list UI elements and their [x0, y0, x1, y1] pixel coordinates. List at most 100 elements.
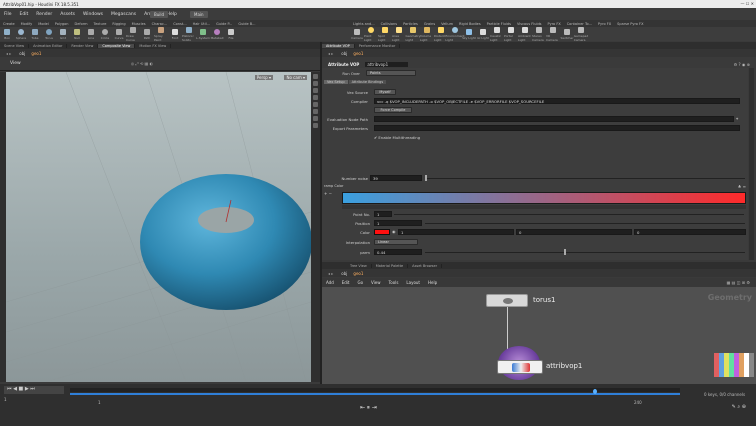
shelf-tab[interactable]: Rigid Bodies: [456, 22, 484, 26]
node-chooser-icon[interactable]: ⌖: [736, 116, 738, 121]
tool-env-light[interactable]: Environment Light: [445, 26, 465, 42]
tab-tree-view[interactable]: Tree View: [346, 263, 372, 268]
tool-switcher[interactable]: Switcher: [560, 28, 574, 40]
tab-animation-editor[interactable]: Animation Editor: [29, 43, 68, 48]
tab-composite-view[interactable]: Composite View: [98, 43, 136, 48]
shelf-tab[interactable]: Polygon: [52, 22, 72, 26]
display-icon[interactable]: [313, 102, 318, 107]
menu-render[interactable]: Render: [32, 12, 56, 17]
tool-platonic[interactable]: Platonic Solids: [182, 26, 196, 42]
tool-grid[interactable]: Grid: [56, 28, 70, 40]
display-icon[interactable]: [313, 81, 318, 86]
shelf-tab[interactable]: Texture: [91, 22, 110, 26]
parm-field[interactable]: 0.44: [374, 249, 422, 255]
tool-metaball[interactable]: Metaball: [210, 28, 224, 40]
tool-vr-camera[interactable]: VR Camera: [546, 26, 560, 42]
window-controls[interactable]: — ☐ ✕: [741, 1, 754, 6]
end-frame[interactable]: 240: [634, 400, 642, 405]
color-b-field[interactable]: 0: [634, 229, 746, 235]
ramp-keys-track[interactable]: [342, 205, 746, 209]
number-noise-field[interactable]: 39: [370, 175, 422, 181]
persp-menu[interactable]: Persp ▾: [254, 75, 273, 80]
tab-scene-view[interactable]: Scene View: [0, 43, 30, 48]
interpolation-select[interactable]: Linear: [374, 239, 418, 245]
parm-slider[interactable]: [425, 252, 745, 253]
compiler-field[interactable]: vcc -q $VOP_INCLUDEPATH -o $VOP_OBJECTFI…: [374, 98, 740, 104]
tab-render-view[interactable]: Render View: [67, 43, 99, 48]
position-field[interactable]: 1: [374, 220, 422, 226]
time-slider[interactable]: [70, 388, 680, 392]
menu-megascans[interactable]: Megascans: [107, 12, 140, 17]
tab-vex-setup[interactable]: Vex Setup: [324, 80, 348, 84]
tool-sky-light[interactable]: Sky Light: [462, 28, 476, 40]
net-menu-edit[interactable]: Edit: [338, 280, 354, 285]
color-g-field[interactable]: 0: [516, 229, 632, 235]
shelf-tab[interactable]: Rigging: [109, 22, 128, 26]
back-icon[interactable]: ◂ ▸: [328, 51, 333, 56]
tool-file[interactable]: File: [224, 28, 238, 40]
path-geo[interactable]: geo1: [31, 51, 41, 56]
net-menu-add[interactable]: Add: [322, 280, 338, 285]
tool-draw-curve[interactable]: Draw Curve: [126, 26, 140, 42]
point-no-field[interactable]: 1: [374, 211, 392, 217]
time-range-bar[interactable]: [70, 393, 680, 395]
shelf-tab[interactable]: Hair Util...: [190, 22, 214, 26]
menu-assets[interactable]: Assets: [56, 12, 79, 17]
shelf-tab[interactable]: Create: [0, 22, 18, 26]
shelf-tab[interactable]: Deform: [72, 22, 91, 26]
shelf-tab[interactable]: Guide P...: [213, 22, 235, 26]
tool-geometry-light[interactable]: Geometry Light: [406, 26, 420, 42]
path-obj[interactable]: obj: [341, 51, 347, 56]
menu-windows[interactable]: Windows: [79, 12, 107, 17]
shelf-tab[interactable]: Lights and...: [350, 22, 378, 26]
shelf-tab[interactable]: Container To...: [564, 22, 595, 26]
tab-performance-monitor[interactable]: Performance Monitor: [355, 43, 401, 48]
path-obj[interactable]: obj: [19, 51, 25, 56]
color-swatch[interactable]: [374, 229, 390, 235]
shelf-tab[interactable]: Viscous Fluids: [514, 22, 545, 26]
playback-controls[interactable]: ⏮ ◀ ■ ▶ ⏭: [4, 386, 64, 394]
tool-camera[interactable]: Camera: [350, 28, 364, 40]
start-frame[interactable]: 1: [98, 400, 101, 405]
node-name-field[interactable]: attribvop1: [365, 61, 409, 67]
tool-spot-light[interactable]: Spot Light: [378, 26, 392, 42]
shelf-tab[interactable]: Modify: [18, 22, 36, 26]
tool-curve[interactable]: Curve: [112, 28, 126, 40]
tool-torus[interactable]: Torus: [42, 28, 56, 40]
ramp-options-icon[interactable]: ♣ ≡: [738, 184, 746, 189]
shelf-tab[interactable]: Particles: [400, 22, 421, 26]
ramp-add-remove[interactable]: + −: [324, 191, 334, 198]
corner-tool-icons[interactable]: ✎ ⌕ ⊕: [732, 404, 746, 410]
shelf-tab[interactable]: Vellum: [438, 22, 456, 26]
tab-asset-browser[interactable]: Asset Browser: [408, 263, 443, 268]
color-r-field[interactable]: 1: [398, 229, 514, 235]
shelf-tab[interactable]: Sparse Pyro FX: [614, 22, 646, 26]
menu-file[interactable]: File: [0, 12, 16, 17]
tool-area-light[interactable]: Area Light: [392, 26, 406, 42]
tool-spray-paint[interactable]: Spray Paint: [154, 26, 168, 42]
playback-nav-icons[interactable]: ⇤ ⏸ ⇥: [360, 404, 377, 412]
tool-volume-light[interactable]: Volume Light: [420, 26, 434, 42]
parm-header-icons[interactable]: ⚙ ? ◉ ⊕: [734, 62, 750, 67]
viewport[interactable]: Persp ▾ No cam ▾: [6, 72, 311, 382]
multithread-checkbox[interactable]: ✔ Enable Multithreading: [374, 135, 420, 140]
display-icon[interactable]: [313, 95, 318, 100]
net-menu-help[interactable]: Help: [424, 280, 441, 285]
tool-path[interactable]: Path: [140, 28, 154, 40]
shelf-tab[interactable]: Pyro FX: [595, 22, 614, 26]
tool-portal-light[interactable]: Portal Light: [504, 26, 518, 42]
tab-attribute-bindings[interactable]: Attribute Bindings: [348, 80, 387, 84]
color-palette[interactable]: [714, 353, 754, 377]
color-ramp[interactable]: [342, 192, 746, 204]
tool-circle[interactable]: Circle: [98, 28, 112, 40]
tool-line[interactable]: Line: [84, 28, 98, 40]
net-menu-view[interactable]: View: [367, 280, 385, 285]
tool-tube[interactable]: Tube: [28, 28, 42, 40]
display-icon[interactable]: [313, 123, 318, 128]
network-view-icons[interactable]: ▦ ▤ ◫ ⊞ ⚙: [727, 280, 750, 285]
tool-stereo-camera[interactable]: Stereo Camera: [532, 26, 546, 42]
tool-sphere[interactable]: Sphere: [14, 28, 28, 40]
path-geo[interactable]: geo1: [353, 271, 363, 276]
display-icon[interactable]: [313, 109, 318, 114]
eval-node-path-field[interactable]: [374, 116, 734, 122]
